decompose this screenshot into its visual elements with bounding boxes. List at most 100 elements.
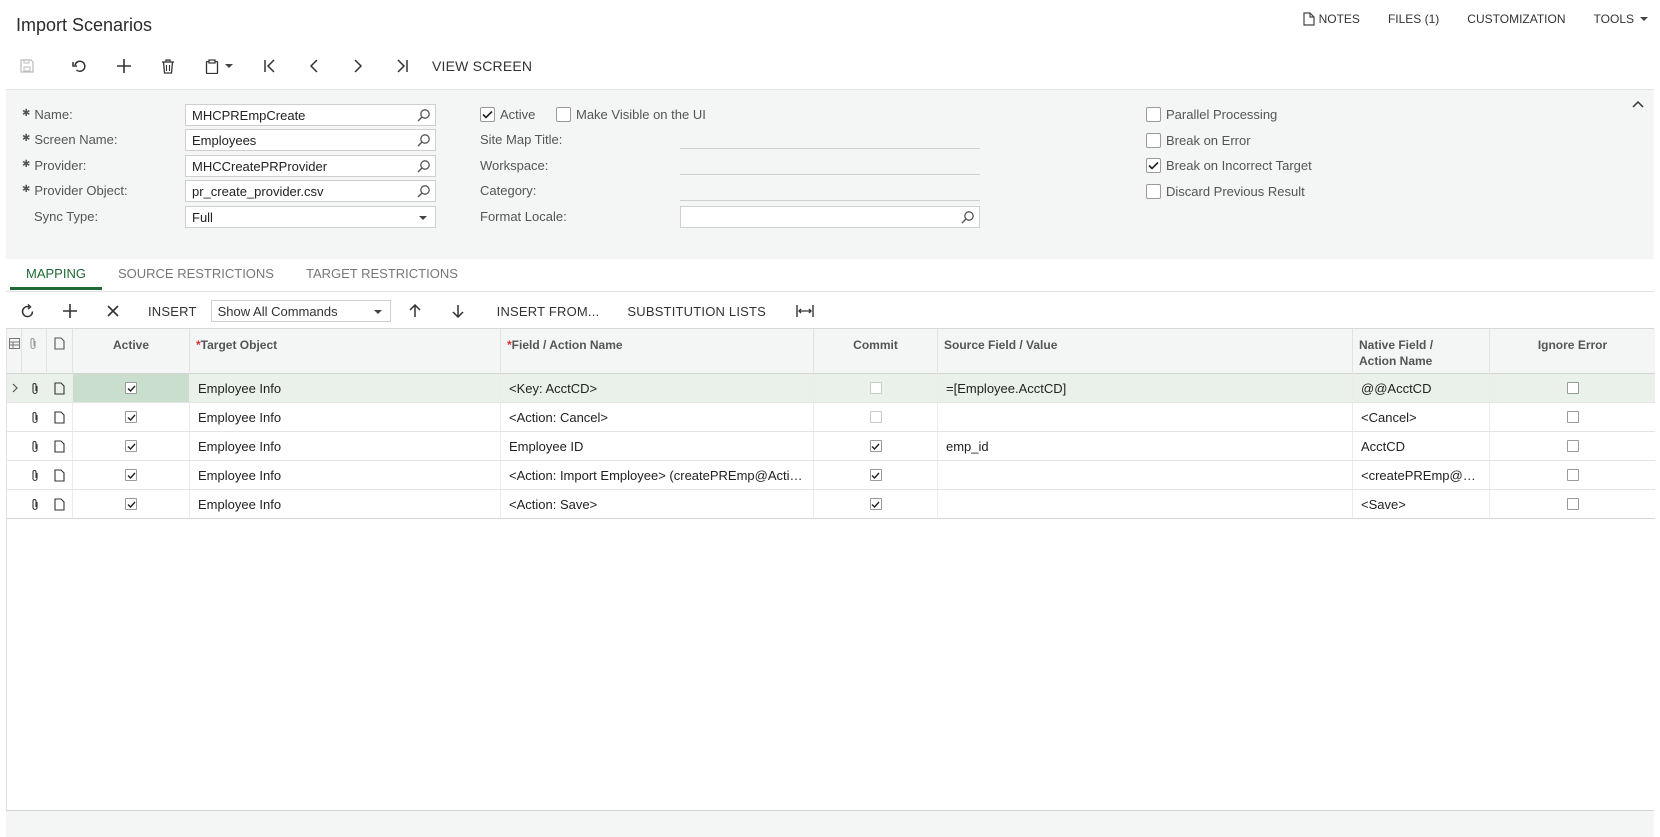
row-note[interactable] bbox=[47, 432, 73, 460]
row-active-cell[interactable] bbox=[73, 403, 190, 431]
column-field-action-name[interactable]: *Field / Action Name bbox=[501, 329, 814, 374]
column-target-object[interactable]: *Target Object bbox=[190, 329, 501, 374]
checkbox[interactable] bbox=[480, 106, 495, 122]
checkbox[interactable] bbox=[1146, 157, 1161, 173]
row-active-cell[interactable] bbox=[73, 432, 190, 460]
row-field-action[interactable]: <Key: AcctCD> bbox=[501, 374, 814, 402]
checkbox[interactable] bbox=[1566, 469, 1579, 481]
row-ignore-error-cell[interactable] bbox=[1490, 403, 1655, 431]
checkbox[interactable] bbox=[1566, 498, 1579, 510]
column-ignore-error[interactable]: Ignore Error bbox=[1490, 329, 1655, 374]
notes-link[interactable]: NOTES bbox=[1302, 12, 1360, 26]
column-native-field[interactable]: Native Field / Action Name bbox=[1353, 329, 1490, 374]
search-icon[interactable] bbox=[417, 108, 431, 122]
table-row[interactable]: Employee Info <Action: Cancel> <Cancel> bbox=[7, 403, 1655, 432]
row-source-field[interactable]: =[Employee.AcctCD] bbox=[938, 374, 1353, 402]
row-commit-cell[interactable] bbox=[814, 461, 938, 489]
row-native-field[interactable]: <createPREmp@… bbox=[1353, 461, 1490, 489]
format-locale-field[interactable] bbox=[680, 206, 980, 228]
search-icon[interactable] bbox=[417, 184, 431, 198]
column-active[interactable]: Active bbox=[73, 329, 190, 374]
chevron-up-icon[interactable] bbox=[1632, 96, 1644, 111]
row-ignore-error-cell[interactable] bbox=[1490, 432, 1655, 460]
row-attachment[interactable] bbox=[22, 490, 47, 518]
site-map-title-field[interactable] bbox=[680, 148, 980, 149]
view-screen-button[interactable]: VIEW SCREEN bbox=[432, 58, 532, 74]
row-target-object[interactable]: Employee Info bbox=[190, 403, 501, 431]
row-active-cell[interactable] bbox=[73, 461, 190, 489]
tab-target-restrictions[interactable]: TARGET RESTRICTIONS bbox=[290, 258, 474, 290]
column-commit[interactable]: Commit bbox=[814, 329, 938, 374]
checkbox[interactable] bbox=[125, 469, 137, 481]
row-source-field[interactable] bbox=[938, 403, 1353, 431]
checkbox[interactable] bbox=[125, 411, 137, 423]
checkbox[interactable] bbox=[869, 498, 882, 510]
row-active-cell[interactable] bbox=[73, 374, 190, 402]
break-on-error-checkbox[interactable]: Break on Error bbox=[1146, 129, 1251, 151]
screen-name-field[interactable]: Employees bbox=[185, 129, 436, 151]
fit-columns-button[interactable] bbox=[780, 297, 830, 325]
table-row[interactable]: Employee Info <Action: Save> <Save> bbox=[7, 490, 1655, 519]
active-checkbox[interactable]: Active bbox=[480, 103, 535, 125]
row-selector[interactable] bbox=[7, 374, 22, 402]
row-active-cell[interactable] bbox=[73, 490, 190, 518]
checkbox[interactable] bbox=[556, 106, 571, 122]
row-ignore-error-cell[interactable] bbox=[1490, 374, 1655, 402]
refresh-button[interactable] bbox=[6, 297, 48, 325]
row-ignore-error-cell[interactable] bbox=[1490, 461, 1655, 489]
table-row[interactable]: Employee Info <Action: Import Employee> … bbox=[7, 461, 1655, 490]
category-field[interactable] bbox=[680, 200, 980, 201]
row-field-action[interactable]: <Action: Import Employee> (createPREmp@A… bbox=[501, 461, 814, 489]
search-icon[interactable] bbox=[417, 159, 431, 173]
checkbox[interactable] bbox=[1566, 411, 1579, 423]
checkbox[interactable] bbox=[869, 382, 882, 394]
row-commit-cell[interactable] bbox=[814, 490, 938, 518]
row-field-action[interactable]: Employee ID bbox=[501, 432, 814, 460]
search-icon[interactable] bbox=[961, 210, 975, 224]
row-field-action[interactable]: <Action: Cancel> bbox=[501, 403, 814, 431]
checkbox[interactable] bbox=[869, 440, 882, 452]
checkbox[interactable] bbox=[1146, 183, 1161, 199]
row-note[interactable] bbox=[47, 403, 73, 431]
delete-button[interactable] bbox=[146, 52, 190, 80]
provider-object-field[interactable]: pr_create_provider.csv bbox=[185, 180, 436, 202]
first-record-button[interactable] bbox=[248, 52, 292, 80]
row-field-action[interactable]: <Action: Save> bbox=[501, 490, 814, 518]
save-button[interactable] bbox=[16, 52, 38, 80]
row-source-field[interactable] bbox=[938, 461, 1353, 489]
row-note[interactable] bbox=[47, 490, 73, 518]
row-commit-cell[interactable] bbox=[814, 403, 938, 431]
checkbox[interactable] bbox=[125, 440, 137, 452]
checkbox[interactable] bbox=[125, 382, 137, 394]
clipboard-button[interactable] bbox=[190, 52, 248, 80]
checkbox[interactable] bbox=[869, 469, 882, 481]
workspace-field[interactable] bbox=[680, 174, 980, 175]
row-source-field[interactable] bbox=[938, 490, 1353, 518]
add-button[interactable] bbox=[102, 52, 146, 80]
insert-button[interactable]: INSERT bbox=[148, 304, 197, 319]
move-up-button[interactable] bbox=[391, 297, 439, 325]
insert-from-button[interactable]: INSERT FROM... bbox=[497, 304, 600, 319]
row-note[interactable] bbox=[47, 374, 73, 402]
row-native-field[interactable]: AcctCD bbox=[1353, 432, 1490, 460]
table-row[interactable]: Employee Info <Key: AcctCD> =[Employee.A… bbox=[7, 374, 1655, 403]
table-row[interactable]: Employee Info Employee ID emp_id AcctCD bbox=[7, 432, 1655, 461]
search-icon[interactable] bbox=[417, 133, 431, 147]
row-note[interactable] bbox=[47, 461, 73, 489]
row-native-field[interactable]: @@AcctCD bbox=[1353, 374, 1490, 402]
checkbox[interactable] bbox=[869, 411, 882, 423]
substitution-lists-button[interactable]: SUBSTITUTION LISTS bbox=[627, 304, 766, 319]
add-row-button[interactable] bbox=[48, 297, 92, 325]
provider-field[interactable]: MHCCreatePRProvider bbox=[185, 155, 436, 177]
row-attachment[interactable] bbox=[22, 432, 47, 460]
row-attachment[interactable] bbox=[22, 403, 47, 431]
row-native-field[interactable]: <Cancel> bbox=[1353, 403, 1490, 431]
checkbox[interactable] bbox=[125, 498, 137, 510]
row-source-field[interactable]: emp_id bbox=[938, 432, 1353, 460]
row-target-object[interactable]: Employee Info bbox=[190, 374, 501, 402]
tab-mapping[interactable]: MAPPING bbox=[10, 258, 102, 290]
files-link[interactable]: FILES (1) bbox=[1388, 12, 1439, 26]
move-down-button[interactable] bbox=[439, 297, 477, 325]
row-target-object[interactable]: Employee Info bbox=[190, 490, 501, 518]
last-record-button[interactable] bbox=[380, 52, 424, 80]
